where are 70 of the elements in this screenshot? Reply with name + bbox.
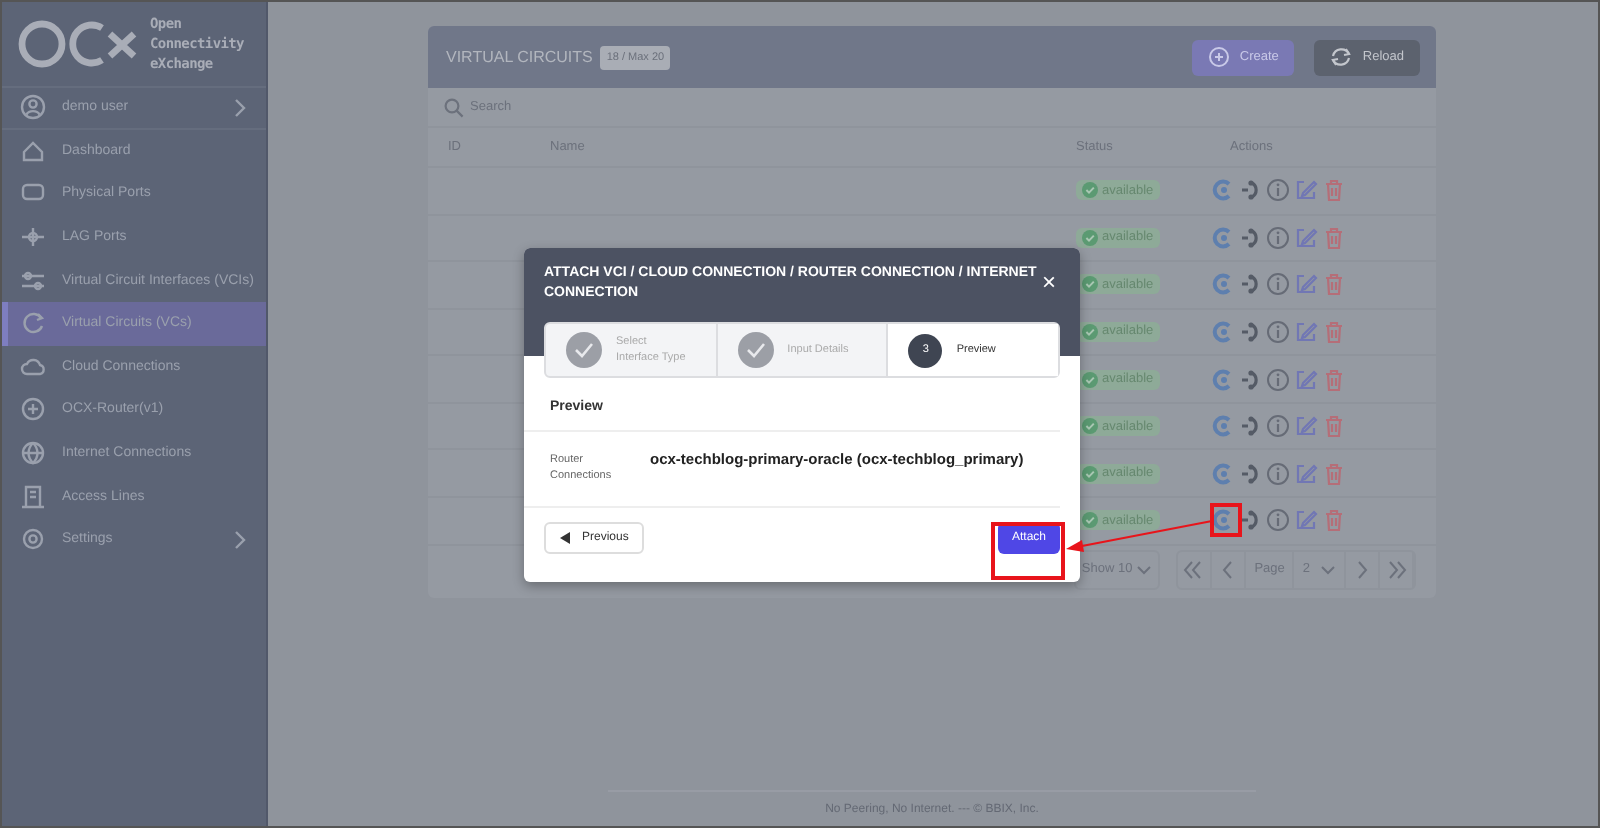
chevron-down-icon (1136, 563, 1153, 575)
check-circle-icon (1082, 465, 1098, 482)
info-icon[interactable] (1266, 414, 1290, 439)
building-icon (20, 483, 46, 510)
edit-icon[interactable] (1294, 367, 1318, 392)
cloud-icon (20, 353, 46, 380)
trash-icon[interactable] (1322, 461, 1346, 486)
split-icon[interactable] (1238, 225, 1262, 250)
globe-icon (20, 440, 46, 467)
edit-icon[interactable] (1294, 319, 1318, 344)
edit-icon[interactable] (1294, 508, 1318, 533)
trash-icon[interactable] (1322, 225, 1346, 250)
split-icon[interactable] (1238, 414, 1262, 439)
ring-icon[interactable] (1210, 225, 1234, 250)
split-icon[interactable] (1238, 367, 1262, 392)
user-icon (20, 94, 46, 121)
gear-icon (20, 526, 46, 553)
split-icon[interactable] (1238, 272, 1262, 297)
ring-icon[interactable] (1210, 178, 1234, 203)
edit-icon[interactable] (1294, 414, 1318, 439)
edit-icon[interactable] (1294, 225, 1318, 250)
info-icon[interactable] (1266, 508, 1290, 533)
info-icon[interactable] (1266, 272, 1290, 297)
check-circle-icon (1082, 323, 1098, 340)
trash-icon[interactable] (1322, 272, 1346, 297)
split-icon[interactable] (1238, 508, 1262, 533)
first-page-icon[interactable] (1178, 551, 1213, 587)
check-circle-icon (1082, 512, 1098, 529)
card-title: VIRTUAL CIRCUITS (446, 48, 593, 66)
node-icon (20, 224, 46, 251)
check-circle-icon (1082, 276, 1098, 293)
trash-icon[interactable] (1322, 319, 1346, 344)
ring-icon[interactable] (1210, 319, 1234, 344)
edit-icon[interactable] (1294, 178, 1318, 203)
trash-icon[interactable] (1322, 414, 1346, 439)
edit-icon[interactable] (1294, 272, 1318, 297)
highlight-frame (1210, 503, 1242, 537)
trash-icon[interactable] (1322, 508, 1346, 533)
split-icon[interactable] (1238, 461, 1262, 486)
sliders-icon (20, 267, 46, 294)
ring-icon[interactable] (1210, 272, 1234, 297)
check-circle-icon (1082, 418, 1098, 435)
info-icon[interactable] (1266, 319, 1290, 344)
ring-icon[interactable] (1210, 508, 1234, 533)
plus-circle-icon (1207, 46, 1230, 68)
ring-icon[interactable] (1210, 461, 1234, 486)
search-icon (444, 97, 464, 117)
info-icon[interactable] (1266, 225, 1290, 250)
close-button[interactable]: × (1041, 272, 1056, 292)
chevron-down-icon (1320, 563, 1336, 575)
ocx-logo-icon (18, 18, 142, 70)
trash-icon[interactable] (1322, 178, 1346, 203)
house-icon (20, 137, 46, 164)
info-icon[interactable] (1266, 367, 1290, 392)
ring-icon[interactable] (1210, 414, 1234, 439)
split-icon[interactable] (1238, 178, 1262, 203)
check-circle-icon (1082, 229, 1098, 246)
info-icon[interactable] (1266, 178, 1290, 203)
check-circle-icon (1082, 182, 1098, 199)
highlight-frame (991, 522, 1065, 580)
check-circle-icon (1082, 371, 1098, 388)
triangle-left-icon (560, 532, 570, 544)
split-icon[interactable] (1238, 319, 1262, 344)
trash-icon[interactable] (1322, 367, 1346, 392)
ring-icon[interactable] (1210, 367, 1234, 392)
refresh-icon (1330, 46, 1353, 68)
edit-icon[interactable] (1294, 461, 1318, 486)
info-icon[interactable] (1266, 461, 1290, 486)
router-icon (20, 396, 46, 423)
refresh-icon (20, 310, 46, 337)
